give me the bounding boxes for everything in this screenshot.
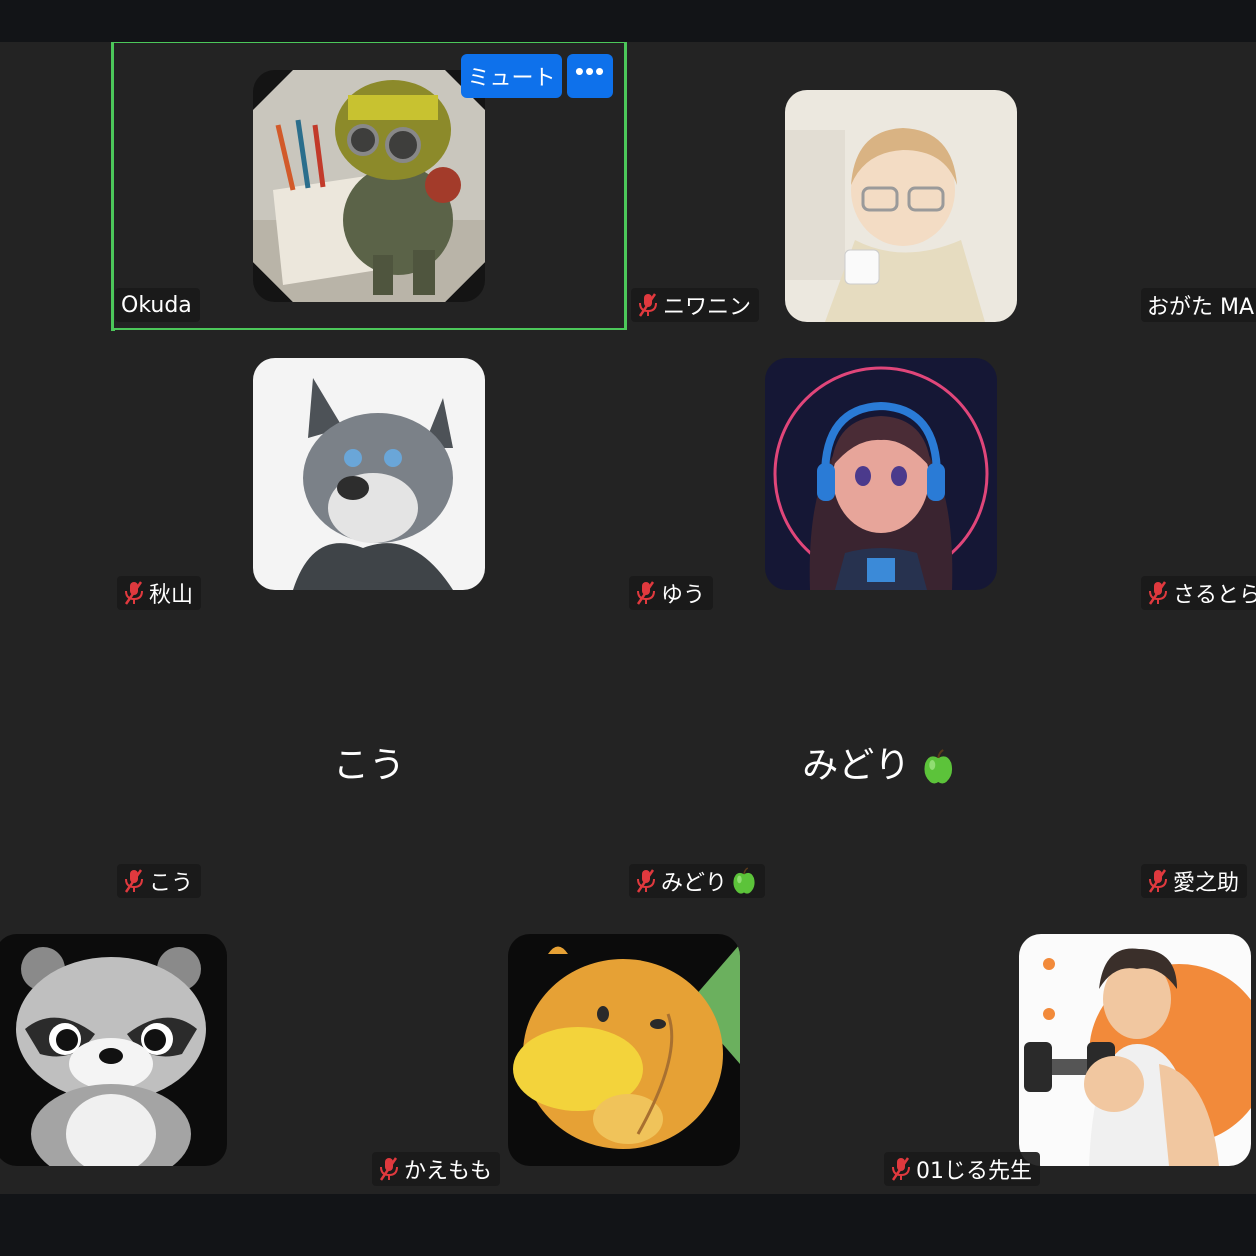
mic-off-icon: [1148, 869, 1167, 893]
participant-name-label: 愛之助: [1141, 864, 1248, 898]
platypus-avatar: [508, 934, 740, 1166]
participant-tile-raccoon[interactable]: [0, 906, 370, 1194]
participant-name: こう: [149, 871, 194, 896]
participant-name-label: こう: [117, 864, 202, 898]
participant-name: 愛之助: [1173, 871, 1240, 896]
participant-tile-yuu[interactable]: ゆう: [627, 330, 1139, 618]
mic-off-icon: [636, 869, 655, 893]
participant-tile-midori[interactable]: みどり みどり: [627, 618, 1139, 906]
participant-display-name: みどり: [802, 736, 955, 788]
mic-off-icon: [124, 869, 143, 893]
robot-drawing-avatar: [253, 70, 485, 302]
participant-name: ニワニン: [663, 295, 752, 320]
participant-tile-kou[interactable]: こう こう: [115, 618, 627, 906]
green-apple-icon: [924, 749, 953, 784]
participant-tile-sarutora[interactable]: さるとら: [1139, 330, 1256, 618]
participant-name: ゆう: [661, 583, 706, 608]
more-options-button[interactable]: •••: [567, 54, 613, 98]
participant-name-label: みどり: [629, 864, 766, 898]
participant-display-name: こう: [332, 745, 406, 786]
headphone-girl-avatar: [765, 358, 997, 590]
participant-tile-okuda[interactable]: ミュート ••• Okuda: [111, 42, 627, 331]
bottom-bar: [0, 1194, 1256, 1256]
participant-name-label: ニワニン: [631, 288, 760, 322]
mic-off-icon: [379, 1157, 398, 1181]
participant-name: みどり: [661, 871, 728, 896]
participant-name: Okuda: [121, 292, 192, 318]
video-grid: ミュート ••• Okuda ニワニン おがた MA 秋山 ゆう さるとら こう…: [0, 42, 1256, 1194]
participant-name: おがた MA: [1147, 295, 1255, 320]
participant-name-label: おがた MA: [1141, 288, 1256, 322]
mic-off-icon: [636, 581, 655, 605]
more-icon: •••: [574, 56, 606, 86]
participant-tile-niwanin[interactable]: ニワニン: [627, 42, 1139, 330]
mic-off-icon: [124, 581, 143, 605]
participant-tile-ainosuke[interactable]: 愛之助: [1139, 618, 1256, 906]
top-bar: [0, 0, 1256, 42]
participant-name-label: さるとら: [1141, 576, 1256, 610]
participant-name-label: Okuda: [115, 288, 200, 322]
participant-name-label: 01じる先生: [884, 1152, 1040, 1186]
mic-off-icon: [638, 293, 657, 317]
green-apple-icon: [733, 867, 755, 894]
participant-name: 秋山: [149, 583, 194, 608]
participant-name: さるとら: [1173, 583, 1256, 608]
raccoon-avatar: [0, 934, 227, 1166]
wolf-avatar: [253, 358, 485, 590]
participant-tile-ogata[interactable]: おがた MA: [1139, 42, 1256, 330]
participant-name: 01じる先生: [916, 1159, 1032, 1184]
mute-button[interactable]: ミュート: [461, 54, 562, 98]
dumbbell-man-avatar: [1019, 934, 1251, 1166]
participant-tile-kaemomo[interactable]: かえもも: [370, 906, 882, 1194]
participant-name-label: かえもも: [372, 1152, 501, 1186]
participant-name-label: 秋山: [117, 576, 202, 610]
participant-display-name-text: みどり: [802, 745, 911, 786]
mic-off-icon: [1148, 581, 1167, 605]
mic-off-icon: [891, 1157, 910, 1181]
participant-name: かえもも: [404, 1159, 493, 1184]
boy-with-glasses-avatar: [785, 90, 1017, 322]
participant-name-label: ゆう: [629, 576, 714, 610]
participant-tile-akiyama[interactable]: 秋山: [115, 330, 627, 618]
participant-tile-jiru[interactable]: 01じる先生: [882, 906, 1256, 1194]
